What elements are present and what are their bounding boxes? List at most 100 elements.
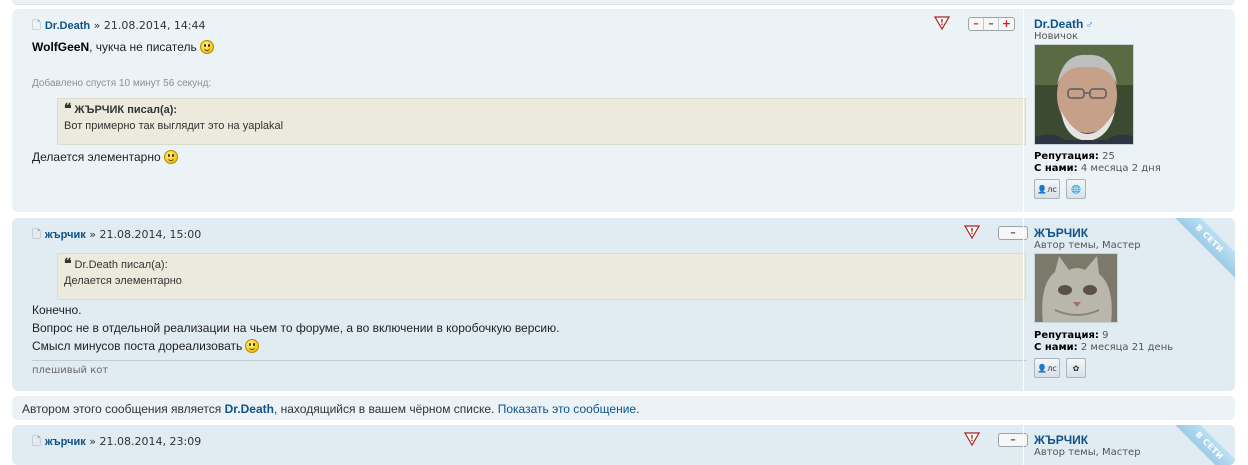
- post-text: , чукча не писатель: [89, 40, 197, 54]
- private-message-button[interactable]: 👤 лс: [1034, 358, 1060, 378]
- post-text-line: Вопрос не в отдельной реализации на чьем…: [32, 321, 560, 335]
- post: 🗋 жърчик » 21.08.2014, 15:00 ! – ❝ Dr.Deat…: [12, 218, 1235, 391]
- warning-icon: !: [964, 432, 980, 446]
- joined-value: 2 месяца 21 день: [1080, 342, 1174, 353]
- post-author-line: 🗋 Dr.Death » 21.08.2014, 14:44: [32, 17, 206, 36]
- joined-value: 4 месяца 2 дня: [1080, 163, 1161, 174]
- pm-label: лс: [1047, 184, 1057, 194]
- post-text: Делается элементарно: [32, 150, 161, 164]
- quote-block: ❝ ЖЪРЧИК писал(а): Вот примерно так выгля…: [57, 98, 1026, 145]
- reputation-label: Репутация:: [1034, 330, 1099, 341]
- post-text-line: WolfGeeN, чукча не писатель: [32, 40, 214, 54]
- post-profile: В СЕТИ ЖЪРЧИК Автор темы, Мастер Репутац…: [1023, 218, 1235, 391]
- user-icon: 👤: [1037, 363, 1048, 373]
- report-button[interactable]: !: [964, 225, 980, 239]
- profile-username[interactable]: ЖЪРЧИК: [1034, 226, 1088, 240]
- profile-stats: Репутация: 9 С нами: 2 месяца 21 день: [1034, 330, 1173, 354]
- signature-divider: [32, 360, 1027, 361]
- quote-icon: ❝: [64, 101, 72, 117]
- profile-contact-icons: 👤 лс ✿: [1034, 358, 1086, 378]
- icq-icon: ✿: [1072, 363, 1080, 373]
- pm-label: лс: [1047, 363, 1057, 373]
- author-separator: »: [90, 19, 104, 32]
- profile-stats: Репутация: 25 С нами: 4 месяца 2 дня: [1034, 151, 1161, 175]
- post-author-link[interactable]: жърчик: [45, 436, 86, 448]
- quote-icon: ❝: [64, 256, 72, 272]
- website-button[interactable]: 🌐: [1066, 179, 1086, 199]
- post-author-link[interactable]: жърчик: [45, 229, 86, 241]
- ignored-suffix: .: [636, 402, 640, 416]
- quote-block: ❝ Dr.Death писал(а): Делается элементарно: [57, 253, 1026, 300]
- post-body: 🗋 жърчик » 21.08.2014, 23:09 ! –: [22, 425, 1028, 465]
- user-icon: 👤: [1037, 184, 1048, 194]
- online-ribbon: В СЕТИ: [1168, 218, 1235, 280]
- vote-neutral-button[interactable]: –: [984, 18, 999, 30]
- ignored-middle: , находящийся в вашем чёрном списке.: [273, 402, 498, 416]
- quote-author: ЖЪРЧИК писал(а):: [74, 104, 178, 116]
- post-text-line: Конечно.: [32, 303, 82, 317]
- show-post-link[interactable]: Показать это сообщение: [498, 402, 636, 416]
- ignored-post-notice: Автором этого сообщения является Dr.Deat…: [12, 396, 1235, 420]
- joined-label: С нами:: [1034, 163, 1078, 174]
- svg-text:!: !: [940, 18, 944, 27]
- smiley-icon: [245, 339, 260, 353]
- online-ribbon: В СЕТИ: [1168, 425, 1235, 465]
- reputation-value: 9: [1102, 330, 1109, 341]
- quote-header: ❝ ЖЪРЧИК писал(а):: [64, 101, 1019, 117]
- vote-minus-button[interactable]: –: [969, 18, 984, 30]
- profile-rank: Новичок: [1034, 31, 1079, 42]
- vote-plus-button[interactable]: +: [999, 18, 1014, 30]
- post-link-icon[interactable]: 🗋: [32, 228, 41, 241]
- quote-text: Вот примерно так выглядит это на yaplaka…: [64, 120, 284, 132]
- post-profile: Dr.Death ♂ Новичок Репутация: 25 С нами: …: [1023, 9, 1235, 212]
- quote-text: Делается элементарно: [64, 275, 182, 287]
- male-gender-icon: ♂: [1085, 19, 1094, 31]
- post-author-line: 🗋 жърчик » 21.08.2014, 15:00: [32, 226, 201, 245]
- author-separator: »: [85, 435, 100, 448]
- post-body: 🗋 Dr.Death » 21.08.2014, 14:44 ! – – + Wo…: [22, 9, 1026, 212]
- profile-rank: Автор темы, Мастер: [1034, 447, 1141, 458]
- quote-header: ❝ Dr.Death писал(а):: [64, 256, 1019, 272]
- post-date: 21.08.2014, 14:44: [103, 19, 206, 32]
- post-date: 21.08.2014, 23:09: [99, 435, 202, 448]
- profile-username[interactable]: ЖЪРЧИК: [1034, 433, 1088, 447]
- warning-icon: !: [934, 16, 950, 30]
- svg-text:!: !: [970, 227, 974, 236]
- profile-username[interactable]: Dr.Death ♂: [1034, 17, 1094, 31]
- profile-contact-icons: 👤 лс 🌐: [1034, 179, 1086, 199]
- reputation-value: 25: [1102, 151, 1115, 162]
- ignored-user-link[interactable]: Dr.Death: [225, 402, 274, 416]
- profile-rank: Автор темы, Мастер: [1034, 240, 1141, 251]
- icq-button[interactable]: ✿: [1066, 358, 1086, 378]
- avatar[interactable]: [1034, 253, 1118, 323]
- added-later-note: Добавлено спустя 10 минут 56 секунд:: [32, 78, 212, 89]
- post-text-line: Делается элементарно: [32, 150, 178, 164]
- post-link-icon[interactable]: 🗋: [32, 19, 41, 32]
- addressed-user[interactable]: WolfGeeN: [32, 40, 89, 54]
- warning-icon: !: [964, 225, 980, 239]
- signature: плешивый кот: [32, 365, 109, 376]
- private-message-button[interactable]: 👤 лс: [1034, 179, 1060, 199]
- report-button[interactable]: !: [934, 16, 950, 30]
- quote-author: Dr.Death писал(а):: [74, 259, 168, 271]
- post: 🗋 жърчик » 21.08.2014, 23:09 ! – В СЕТИ Ж…: [12, 425, 1235, 465]
- svg-text:!: !: [970, 434, 974, 443]
- joined-label: С нами:: [1034, 342, 1078, 353]
- post-date: 21.08.2014, 15:00: [99, 228, 202, 241]
- post-text: Смысл минусов поста дореализовать: [32, 339, 243, 353]
- vote-controls: – – +: [968, 17, 1015, 31]
- post-link-icon[interactable]: 🗋: [32, 435, 41, 448]
- post: 🗋 Dr.Death » 21.08.2014, 14:44 ! – – + Wo…: [12, 9, 1235, 212]
- post-body: 🗋 жърчик » 21.08.2014, 15:00 ! – ❝ Dr.Deat…: [22, 218, 1028, 391]
- previous-post-edge: [12, 0, 1235, 5]
- globe-icon: 🌐: [1071, 184, 1081, 194]
- smiley-icon: [199, 40, 214, 54]
- post-author-link[interactable]: Dr.Death: [45, 20, 90, 32]
- report-button[interactable]: !: [964, 432, 980, 446]
- post-author-line: 🗋 жърчик » 21.08.2014, 23:09: [32, 433, 201, 452]
- smiley-icon: [163, 150, 178, 164]
- reputation-label: Репутация:: [1034, 151, 1099, 162]
- ignored-prefix: Автором этого сообщения является: [22, 402, 225, 416]
- author-separator: »: [85, 228, 100, 241]
- avatar[interactable]: [1034, 44, 1134, 145]
